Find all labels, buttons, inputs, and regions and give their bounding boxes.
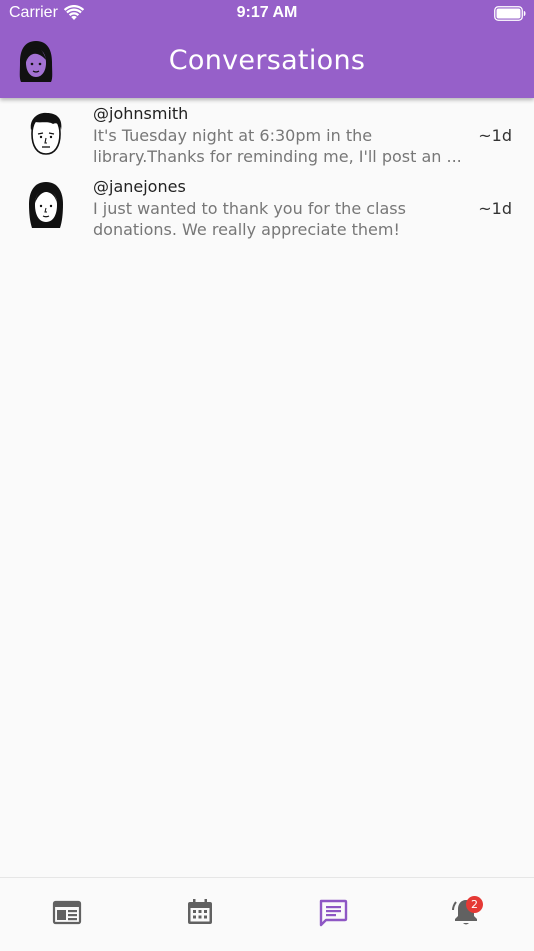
page-title: Conversations [168, 45, 366, 76]
chat-icon[interactable] [317, 896, 349, 928]
calendar-icon[interactable] [184, 896, 216, 928]
conversation-list: @johnsmith It's Tuesday night at 6:30pm … [0, 98, 534, 244]
female-avatar-icon [29, 182, 63, 228]
conversation-row[interactable]: @johnsmith It's Tuesday night at 6:30pm … [0, 98, 534, 171]
newspaper-icon[interactable] [51, 896, 83, 928]
status-time: 9:17 AM [236, 4, 298, 21]
battery-icon [494, 6, 526, 21]
status-bar: Carrier 9:17 AM [0, 0, 534, 28]
male-avatar-icon [30, 112, 62, 155]
conversation-username: @janejones [93, 177, 186, 196]
bottom-navigation [0, 877, 534, 951]
conversation-row[interactable]: @janejones I just wanted to thank you fo… [0, 171, 534, 244]
conversation-username: @johnsmith [93, 104, 189, 123]
notification-badge: 2 [466, 896, 483, 913]
conversation-preview: It's Tuesday night at 6:30pm in the libr… [93, 126, 462, 166]
app-header: Carrier 9:17 AM Conversations [0, 0, 534, 98]
conversation-preview: I just wanted to thank you for the class… [93, 199, 406, 239]
conversation-time: ~1d [478, 126, 512, 145]
conversation-time: ~1d [478, 199, 512, 218]
